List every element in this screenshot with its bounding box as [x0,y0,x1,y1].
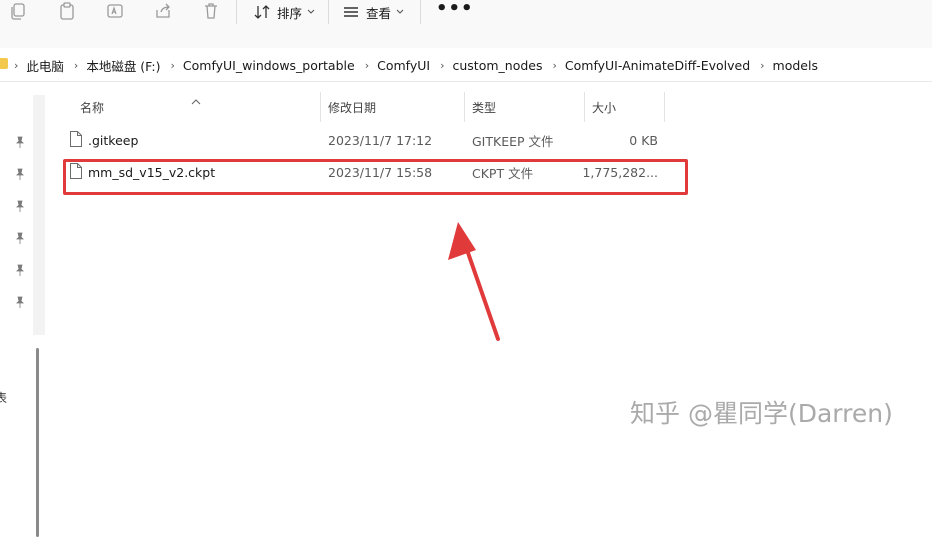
copy-icon[interactable] [9,2,27,20]
nav-item-label-clipped: 表 [0,391,8,405]
chevron-right-icon[interactable]: › [760,59,764,72]
red-arrow-annotation [448,222,500,341]
file-icon [70,131,82,147]
view-icon [344,7,358,17]
breadcrumb-item[interactable]: ComfyUI-AnimateDiff-Evolved [565,58,750,73]
column-divider[interactable] [320,92,321,122]
chevron-right-icon: › [14,59,19,72]
toolbar-separator [236,0,237,24]
toolbar-separator [328,0,329,24]
file-row[interactable]: .gitkeep 2023/11/7 17:12 GITKEEP 文件 0 KB [62,126,686,154]
column-divider[interactable] [664,92,665,122]
column-header-size[interactable]: 大小 [586,92,664,122]
breadcrumb-item[interactable]: ComfyUI_windows_portable [183,58,355,73]
address-bar[interactable]: › 此电脑 › 本地磁盘 (F:) › ComfyUI_windows_port… [0,48,932,82]
nav-scroll-track [33,95,45,335]
pin-icon[interactable] [13,231,27,245]
breadcrumb-item-current[interactable]: models [773,58,818,73]
sort-button[interactable]: 排序 [253,2,315,22]
breadcrumb-item[interactable]: custom_nodes [452,58,542,73]
chevron-down-icon [307,9,315,14]
navigation-pane: 表 [0,82,48,537]
share-icon[interactable] [154,2,172,20]
breadcrumb-item[interactable]: ComfyUI [377,58,430,73]
folder-icon [0,58,8,69]
watermark-text: 知乎 @瞿同学(Darren) [630,399,893,428]
column-header-modified[interactable]: 修改日期 [322,92,464,122]
column-divider[interactable] [584,92,585,122]
chevron-down-icon [396,9,404,14]
chevron-right-icon[interactable]: › [365,59,369,72]
column-header-name[interactable]: 名称 [74,92,320,122]
toolbar-separator [420,0,421,24]
column-header-type[interactable]: 类型 [466,92,584,122]
sort-label: 排序 [277,5,303,21]
file-size: 0 KB [629,132,658,148]
view-button[interactable]: 查看 [342,2,404,22]
file-type: GITKEEP 文件 [472,133,554,149]
chevron-right-icon[interactable]: › [440,59,444,72]
highlight-annotation-box [63,159,688,195]
column-headers: 名称 修改日期 类型 大小 [48,92,688,122]
paste-icon[interactable] [58,2,76,20]
rename-icon[interactable] [106,2,124,20]
view-label: 查看 [366,5,392,21]
chevron-right-icon[interactable]: › [74,59,78,72]
delete-icon[interactable] [202,2,220,20]
breadcrumb-item[interactable]: 此电脑 [26,56,64,75]
column-divider[interactable] [464,92,465,122]
command-bar: 排序 查看 ••• [0,0,932,49]
more-options-button[interactable]: ••• [436,0,474,18]
file-name: .gitkeep [88,132,139,148]
pin-icon[interactable] [13,167,27,181]
pin-icon[interactable] [13,263,27,277]
sort-icon [254,5,270,19]
file-modified: 2023/11/7 17:12 [328,132,433,148]
chevron-right-icon[interactable]: › [552,59,556,72]
pin-icon[interactable] [13,135,27,149]
chevron-right-icon[interactable]: › [171,59,175,72]
nav-scrollbar[interactable] [36,348,39,537]
pin-icon[interactable] [13,199,27,213]
breadcrumb-item[interactable]: 本地磁盘 (F:) [86,56,160,75]
pin-icon[interactable] [13,295,27,309]
breadcrumb: › 此电脑 › 本地磁盘 (F:) › ComfyUI_windows_port… [14,56,828,75]
